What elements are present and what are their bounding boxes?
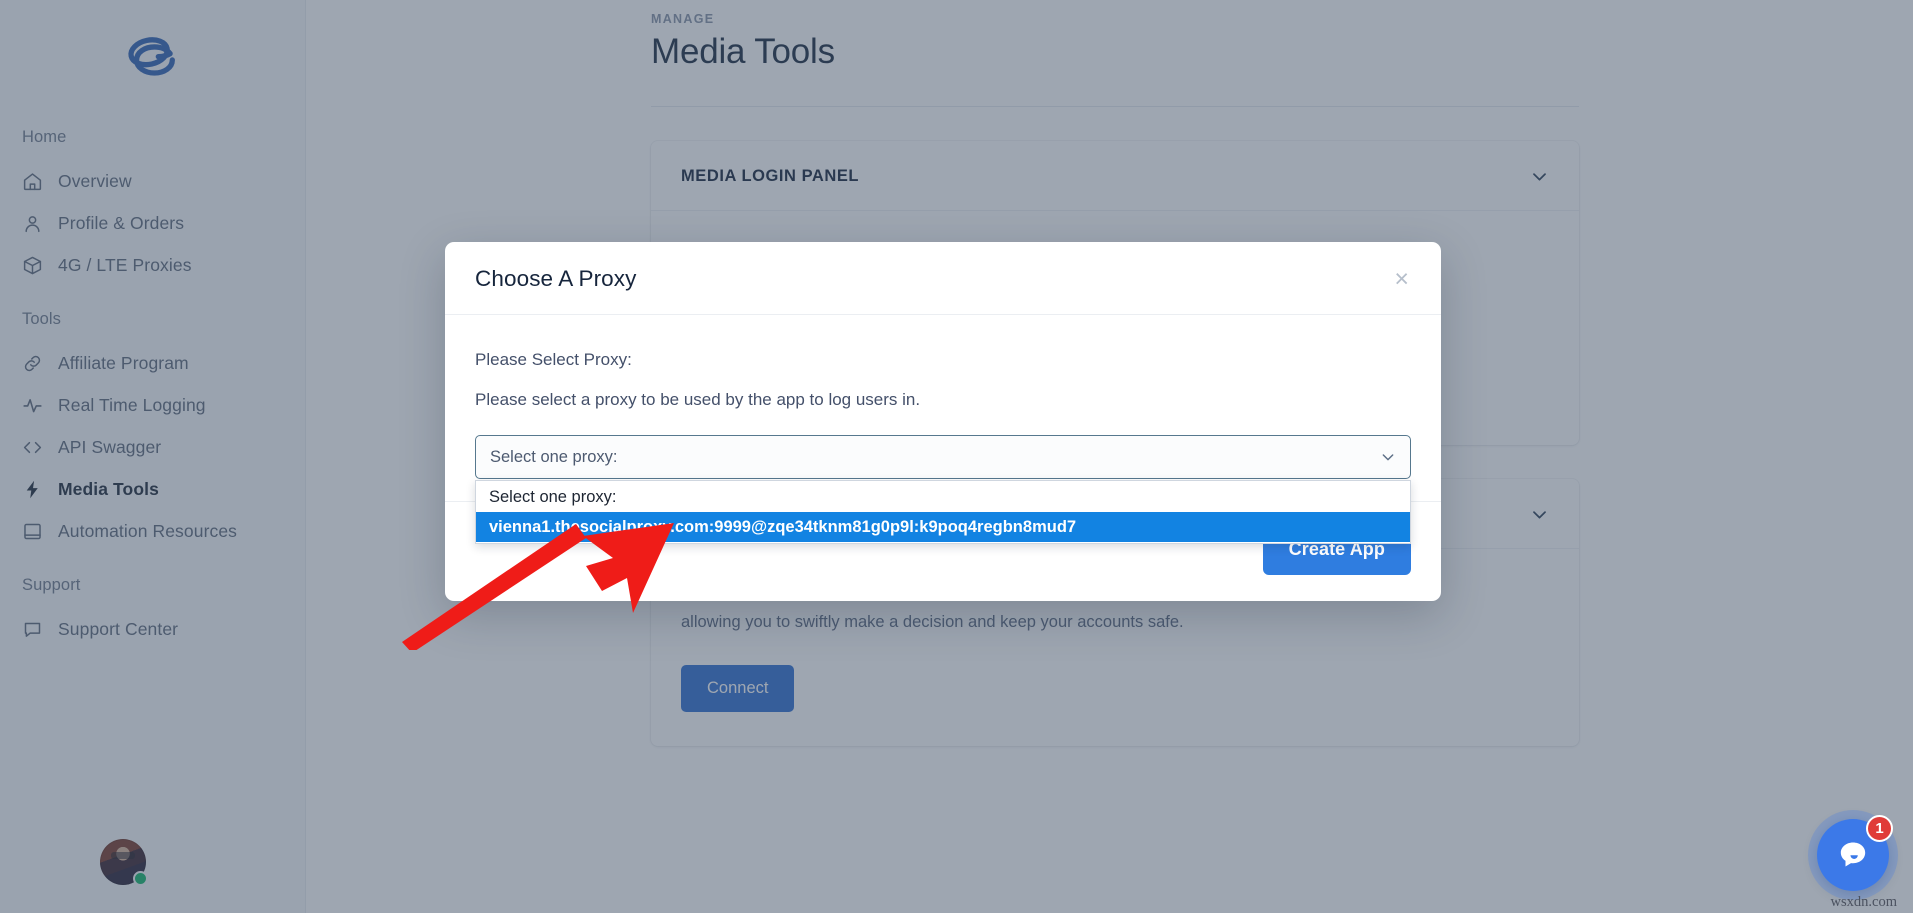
chat-unread-badge: 1: [1866, 815, 1893, 842]
proxy-option[interactable]: Select one proxy:: [476, 482, 1410, 512]
proxy-field-label: Please Select Proxy:: [475, 343, 1411, 377]
choose-proxy-modal: Choose A Proxy × Please Select Proxy: Pl…: [445, 242, 1441, 601]
modal-body: Please Select Proxy: Please select a pro…: [445, 315, 1441, 501]
app-root: Home Overview Profile & Orders 4G / LTE …: [0, 0, 1913, 913]
proxy-field-description: Please select a proxy to be used by the …: [475, 383, 1411, 417]
proxy-select-dropdown: Select one proxy: vienna1.thesocialproxy…: [475, 480, 1411, 544]
proxy-option-selected[interactable]: vienna1.thesocialproxy.com:9999@zqe34tkn…: [476, 512, 1410, 542]
watermark: wsxdn.com: [1831, 894, 1897, 911]
chat-bubble-icon: [1836, 838, 1870, 872]
modal-header: Choose A Proxy ×: [445, 242, 1441, 315]
proxy-select-wrapper: Select one proxy: Select one proxy: vien…: [475, 435, 1411, 479]
modal-title: Choose A Proxy: [475, 266, 637, 292]
close-icon[interactable]: ×: [1392, 267, 1411, 292]
chat-widget-button[interactable]: 1: [1817, 819, 1889, 891]
proxy-select[interactable]: Select one proxy:: [475, 435, 1411, 479]
proxy-select-value: Select one proxy:: [490, 448, 618, 467]
chevron-down-icon[interactable]: [1380, 449, 1396, 465]
